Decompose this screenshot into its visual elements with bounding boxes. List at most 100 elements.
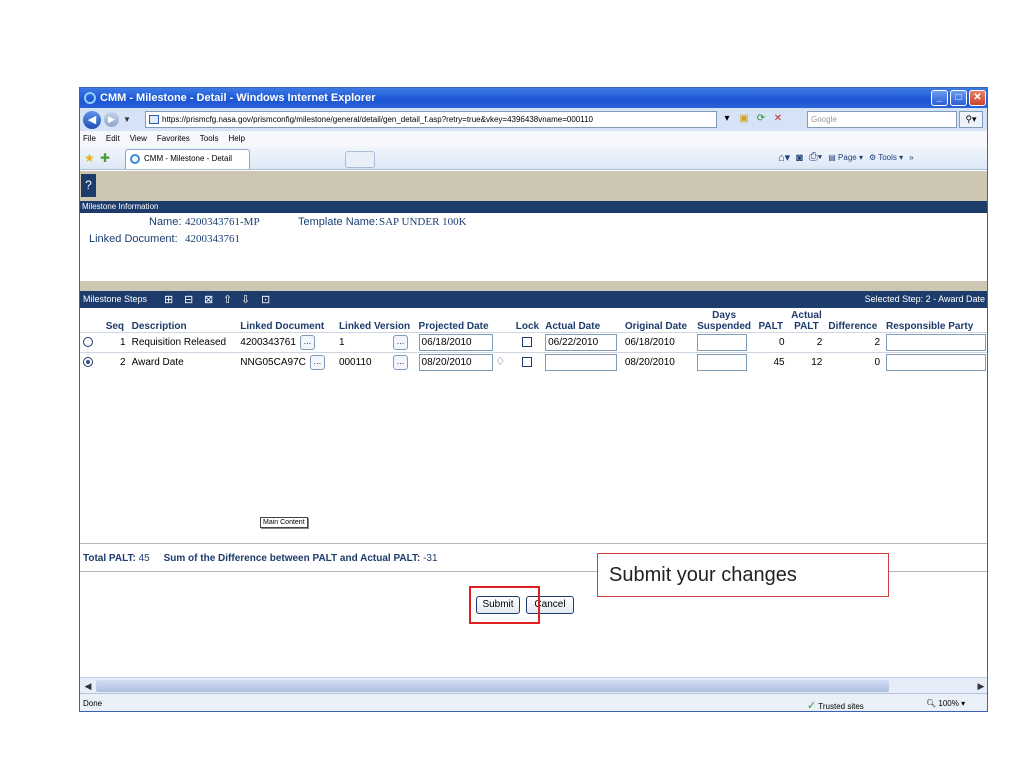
home-icon[interactable]: ⌂▾ — [778, 151, 790, 164]
edit-step-icon[interactable]: ⊟ — [184, 292, 193, 309]
calendar-picker-icon[interactable]: ♢ — [495, 356, 505, 368]
favorites-star-icon[interactable]: ★ — [84, 151, 95, 165]
row-difference: 2 — [825, 331, 883, 352]
total-palt-value: 45 — [138, 553, 150, 564]
move-down-icon[interactable]: ⇩ — [241, 292, 250, 309]
row-select-radio[interactable] — [83, 357, 93, 368]
help-strip: ? — [80, 171, 987, 201]
row-select-radio[interactable] — [83, 336, 93, 347]
days-suspended-input[interactable] — [697, 333, 748, 351]
col-lock: Lock — [515, 320, 540, 332]
favorites-bar: ★ ✚ CMM - Milestone - Detail ⌂▾ ◙ ⎙▾ ▤ P… — [80, 146, 987, 170]
new-tab-button[interactable] — [345, 151, 375, 168]
maximize-icon[interactable]: □ — [950, 90, 967, 106]
days-suspended-input[interactable] — [697, 353, 748, 371]
move-up-icon[interactable]: ⇧ — [223, 292, 232, 309]
table-row: 1 Requisition Released 4200343761… 1… 06… — [80, 331, 987, 352]
stop-icon[interactable]: ✕ — [771, 112, 785, 126]
ie-tab-icon — [130, 154, 140, 164]
template-name-value: SAP UNDER 100K — [379, 216, 467, 228]
scroll-thumb[interactable] — [96, 680, 889, 692]
col-difference: Difference — [828, 320, 878, 332]
url-input[interactable]: https://prismcfg.nasa.gov/prismconfig/mi… — [145, 111, 717, 128]
tools-menu[interactable]: ⚙ Tools ▾ — [869, 153, 903, 162]
minimize-icon[interactable]: _ — [931, 90, 948, 106]
col-responsible-party: Responsible Party — [886, 320, 974, 332]
instruction-callout: Submit your changes — [597, 553, 889, 597]
title-bar: CMM - Milestone - Detail - Windows Inter… — [80, 88, 987, 108]
lock-checkbox[interactable] — [522, 357, 533, 368]
scroll-left-icon[interactable]: ◀ — [81, 679, 95, 693]
linked-document-lookup-button[interactable]: … — [309, 354, 325, 370]
page-menu[interactable]: ▤ Page ▾ — [828, 153, 863, 162]
lock-icon[interactable]: ▣ — [737, 112, 751, 126]
page-content: ? Milestone Information Name: 4200343761… — [80, 171, 987, 677]
back-icon[interactable]: ◀ — [83, 110, 101, 129]
menu-favorites[interactable]: Favorites — [157, 134, 190, 143]
horizontal-scrollbar[interactable]: ◀ ▶ — [80, 677, 987, 693]
linked-document-value: 4200343761 — [185, 233, 240, 245]
col-linked-version: Linked Version — [338, 320, 411, 332]
col-linked-document: Linked Document — [240, 320, 325, 332]
help-button[interactable]: ? — [81, 174, 96, 197]
close-icon[interactable]: ✕ — [969, 90, 986, 106]
scroll-right-icon[interactable]: ▶ — [974, 679, 987, 693]
menu-help[interactable]: Help — [228, 134, 244, 143]
name-value: 4200343761-MP — [185, 216, 260, 228]
page-icon — [149, 115, 159, 124]
name-label: Name: — [149, 216, 182, 228]
difference-sum-label: Sum of the Difference between PALT and A… — [163, 553, 421, 564]
window-title: CMM - Milestone - Detail - Windows Inter… — [100, 92, 376, 104]
actual-date-input[interactable]: 06/22/2010 — [545, 333, 618, 351]
refresh-icon[interactable]: ⟳ — [754, 112, 768, 126]
responsible-party-input[interactable] — [886, 353, 986, 371]
tab-cmm-milestone[interactable]: CMM - Milestone - Detail — [125, 149, 250, 169]
delete-step-icon[interactable]: ⊠ — [204, 292, 213, 309]
linked-document-lookup-button[interactable]: … — [299, 334, 315, 350]
divider — [80, 543, 987, 544]
col-palt: PALT — [758, 320, 784, 332]
linked-document-label: Linked Document: — [89, 233, 178, 245]
add-favorites-icon[interactable]: ✚ — [100, 151, 110, 165]
menu-view[interactable]: View — [130, 134, 147, 143]
address-bar: ◀ ▶ ▼ https://prismcfg.nasa.gov/prismcon… — [80, 108, 987, 131]
menu-file[interactable]: File — [83, 134, 96, 143]
chevron-right-icon[interactable]: » — [909, 153, 913, 162]
row-description: Requisition Released — [128, 331, 238, 352]
row-linked-document: NNG05CA97C — [240, 356, 306, 368]
feeds-icon[interactable]: ◙ — [796, 152, 803, 164]
submit-highlight-box — [469, 586, 540, 624]
browser-window: CMM - Milestone - Detail - Windows Inter… — [79, 87, 988, 712]
col-seq: Seq — [105, 320, 125, 332]
menu-edit[interactable]: Edit — [106, 134, 120, 143]
linked-version-lookup-button[interactable]: … — [392, 354, 408, 370]
zoom-control[interactable]: 🔍︎ 100% ▾ — [926, 699, 965, 708]
search-input[interactable]: Google — [807, 111, 957, 128]
refresh-steps-icon[interactable]: ⊡ — [261, 292, 270, 309]
search-icon[interactable]: ⚲▾ — [959, 111, 983, 128]
print-icon[interactable]: ⎙▾ — [809, 151, 822, 164]
row-linked-document: 4200343761 — [240, 336, 296, 348]
security-zone: ✓ Trusted sites — [807, 700, 864, 712]
col-days-suspended: Days Suspended — [697, 309, 752, 332]
milestone-info-header: Milestone Information — [80, 201, 987, 213]
row-palt: 45 — [754, 351, 788, 372]
tooltip: Main Content — [260, 517, 308, 528]
responsible-party-input[interactable] — [886, 333, 986, 351]
actual-date-input[interactable] — [545, 353, 618, 371]
milestone-steps-table: Seq Description Linked Document Linked V… — [80, 308, 987, 372]
lock-checkbox[interactable] — [522, 336, 533, 347]
linked-version-lookup-button[interactable]: … — [392, 334, 408, 350]
row-seq: 2 — [101, 351, 129, 372]
history-dropdown-icon[interactable]: ▼ — [123, 115, 131, 124]
row-actual-palt: 12 — [787, 351, 826, 372]
url-dropdown-icon[interactable]: ▾ — [720, 112, 734, 126]
add-step-icon[interactable]: ⊞ — [164, 292, 173, 309]
projected-date-input[interactable]: 08/20/2010 — [418, 353, 493, 371]
menu-tools[interactable]: Tools — [200, 134, 219, 143]
projected-date-input[interactable]: 06/18/2010 — [418, 333, 493, 351]
forward-icon[interactable]: ▶ — [104, 112, 119, 127]
row-original-date: 08/20/2010 — [621, 351, 695, 372]
separator-strip — [80, 281, 987, 291]
difference-sum-value: -31 — [423, 553, 438, 564]
